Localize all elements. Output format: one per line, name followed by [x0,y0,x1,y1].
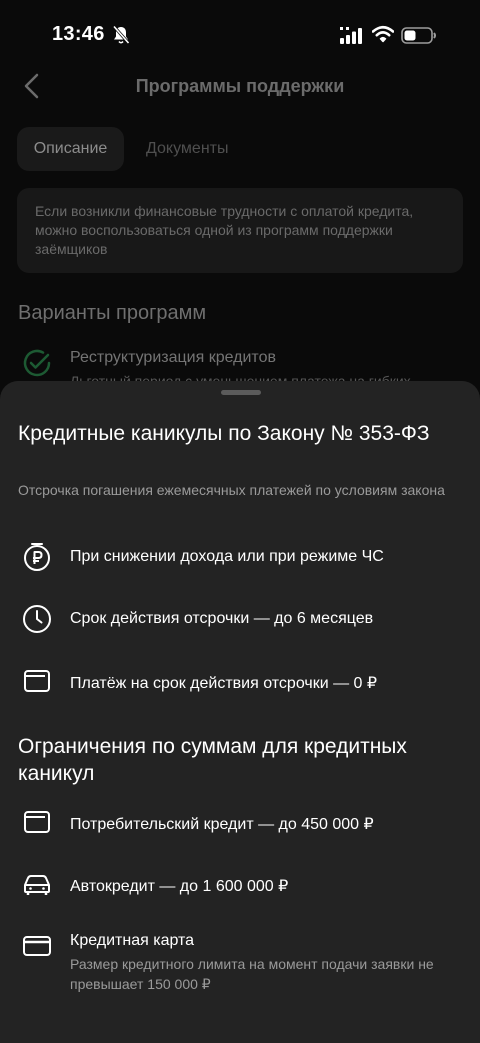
credit-card-icon [23,936,51,956]
tab-documents[interactable]: Документы [146,127,228,171]
tab-description[interactable]: Описание [17,127,124,171]
limits-section-title: Ограничения по суммам для кредитных кани… [18,735,407,785]
car-icon [24,875,50,895]
condition-text: Платёж на срок действия отсрочки — 0 ₽ [70,675,378,692]
wifi-icon [372,25,394,43]
sheet-title: Кредитные каникулы по Закону № 353-ФЗ [18,422,430,445]
sheet-subtitle: Отсрочка погашения ежемесячных платежей … [18,482,445,498]
limit-text: Автокредит — до 1 600 000 ₽ [70,878,289,895]
sheet-drag-handle[interactable] [221,390,261,395]
info-box: Если возникли финансовые трудности с опл… [17,188,463,273]
program-item-title[interactable]: Реструктуризация кредитов [70,349,276,367]
limit-text: Кредитная карта [70,932,195,949]
info-text: Если возникли финансовые трудности с опл… [35,203,414,257]
wallet-icon [24,811,50,833]
limit-text: Потребительский кредит — до 450 000 ₽ [70,816,374,833]
condition-text: При снижении дохода или при режиме ЧС [70,548,384,565]
bell-muted-icon [112,25,130,44]
clock-icon [23,605,51,633]
check-circle-icon [23,349,51,377]
status-time: 13:46 [52,23,105,45]
battery-icon [401,27,436,44]
ruble-coin-icon [24,543,50,571]
wallet-icon [24,670,50,692]
signal-icon [340,27,362,44]
bottom-sheet: Кредитные каникулы по Закону № 353-ФЗ От… [0,381,480,1043]
condition-text: Срок действия отсрочки — до 6 месяцев [70,610,374,627]
limit-subtitle: Размер кредитного лимита на момент подач… [70,956,434,992]
programs-section-title: Варианты программ [18,302,207,324]
status-bar: 13:46 [0,0,480,70]
page-title: Программы поддержки [135,76,345,96]
